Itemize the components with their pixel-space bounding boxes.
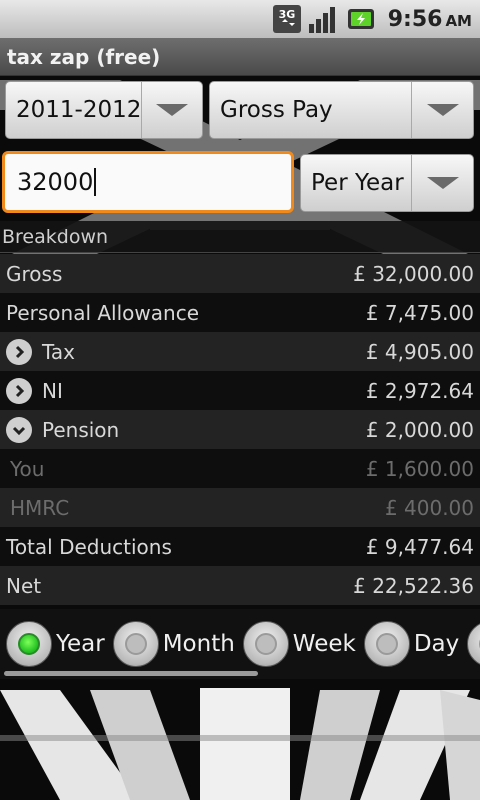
text-caret xyxy=(94,168,97,196)
row-value: £ 22,522.36 xyxy=(353,573,474,598)
pay-type-value: Gross Pay xyxy=(220,97,333,123)
dropdown-arrow-icon xyxy=(411,155,473,211)
radio-label: Day xyxy=(413,631,460,657)
row-label: NI xyxy=(42,378,63,403)
row-total-deductions: Total Deductions £ 9,477.64 xyxy=(0,527,480,566)
row-pension[interactable]: Pension £ 2,000.00 xyxy=(0,410,480,449)
amount-value: 32000 xyxy=(17,168,94,196)
row-pension-hmrc: HMRC £ 400.00 xyxy=(0,488,480,527)
row-label: Tax xyxy=(42,339,75,364)
radio-button-icon[interactable] xyxy=(467,621,480,667)
row-value: £ 1,600.00 xyxy=(365,456,474,481)
breakdown-list: Gross £ 32,000.00 Personal Allowance £ 7… xyxy=(0,254,480,605)
radio-label: Week xyxy=(292,631,356,657)
chevron-right-icon[interactable] xyxy=(6,377,32,404)
dropdown-arrow-icon xyxy=(411,82,473,138)
row-value: £ 4,905.00 xyxy=(365,339,474,364)
row-personal-allowance: Personal Allowance £ 7,475.00 xyxy=(0,293,480,332)
radio-week[interactable]: Week xyxy=(242,621,356,667)
radio-label: Year xyxy=(56,631,105,657)
amount-input[interactable]: 32000 xyxy=(2,151,294,213)
row-label: Net xyxy=(6,573,42,598)
clock: 9:56 AM xyxy=(387,6,472,32)
app-title: tax zap (free) xyxy=(0,38,480,76)
row-value: £ 2,000.00 xyxy=(365,417,474,442)
row-ni[interactable]: NI £ 2,972.64 xyxy=(0,371,480,410)
row-value: £ 32,000.00 xyxy=(353,261,474,286)
chevron-down-icon[interactable] xyxy=(6,416,32,443)
radio-button-icon[interactable] xyxy=(363,621,410,667)
row-value: £ 9,477.64 xyxy=(365,534,474,559)
radio-label: Month xyxy=(162,631,235,657)
chevron-right-icon[interactable] xyxy=(6,338,32,365)
radio-day[interactable]: Day xyxy=(363,621,460,667)
row-value: £ 2,972.64 xyxy=(365,378,474,403)
row-label: Gross xyxy=(6,261,63,286)
svg-text:3G: 3G xyxy=(278,8,295,21)
period-spinner[interactable]: Per Year xyxy=(300,154,474,212)
tax-year-value: 2011-2012 xyxy=(16,97,142,123)
radio-button-icon[interactable] xyxy=(112,621,159,667)
dropdown-arrow-icon xyxy=(141,82,202,138)
row-value: £ 400.00 xyxy=(384,495,474,520)
status-bar: 3G 9:56 AM xyxy=(0,0,480,38)
breakdown-header: Breakdown xyxy=(0,221,480,253)
row-label: Total Deductions xyxy=(6,534,172,559)
radio-button-icon[interactable] xyxy=(6,621,52,667)
period-radio-group: Year Month Week Day xyxy=(0,609,480,679)
pay-type-spinner[interactable]: Gross Pay xyxy=(209,81,474,139)
tax-year-spinner[interactable]: 2011-2012 xyxy=(5,81,203,139)
row-label: You xyxy=(10,456,45,481)
row-net: Net £ 22,522.36 xyxy=(0,566,480,605)
radio-year[interactable]: Year xyxy=(6,621,105,667)
period-value: Per Year xyxy=(311,170,404,196)
row-label: Pension xyxy=(42,417,120,442)
row-pension-you: You £ 1,600.00 xyxy=(0,449,480,488)
row-value: £ 7,475.00 xyxy=(365,300,474,325)
signal-strength-icon xyxy=(308,4,340,34)
battery-charging-icon xyxy=(346,4,378,34)
row-label: Personal Allowance xyxy=(6,300,199,325)
radio-button-icon[interactable] xyxy=(242,621,289,667)
horizontal-scrollbar[interactable] xyxy=(4,671,258,676)
radio-partial[interactable] xyxy=(467,621,480,667)
row-gross: Gross £ 32,000.00 xyxy=(0,254,480,293)
radio-month[interactable]: Month xyxy=(112,621,235,667)
row-tax[interactable]: Tax £ 4,905.00 xyxy=(0,332,480,371)
row-label: HMRC xyxy=(10,495,70,520)
3g-data-icon: 3G xyxy=(272,4,302,34)
